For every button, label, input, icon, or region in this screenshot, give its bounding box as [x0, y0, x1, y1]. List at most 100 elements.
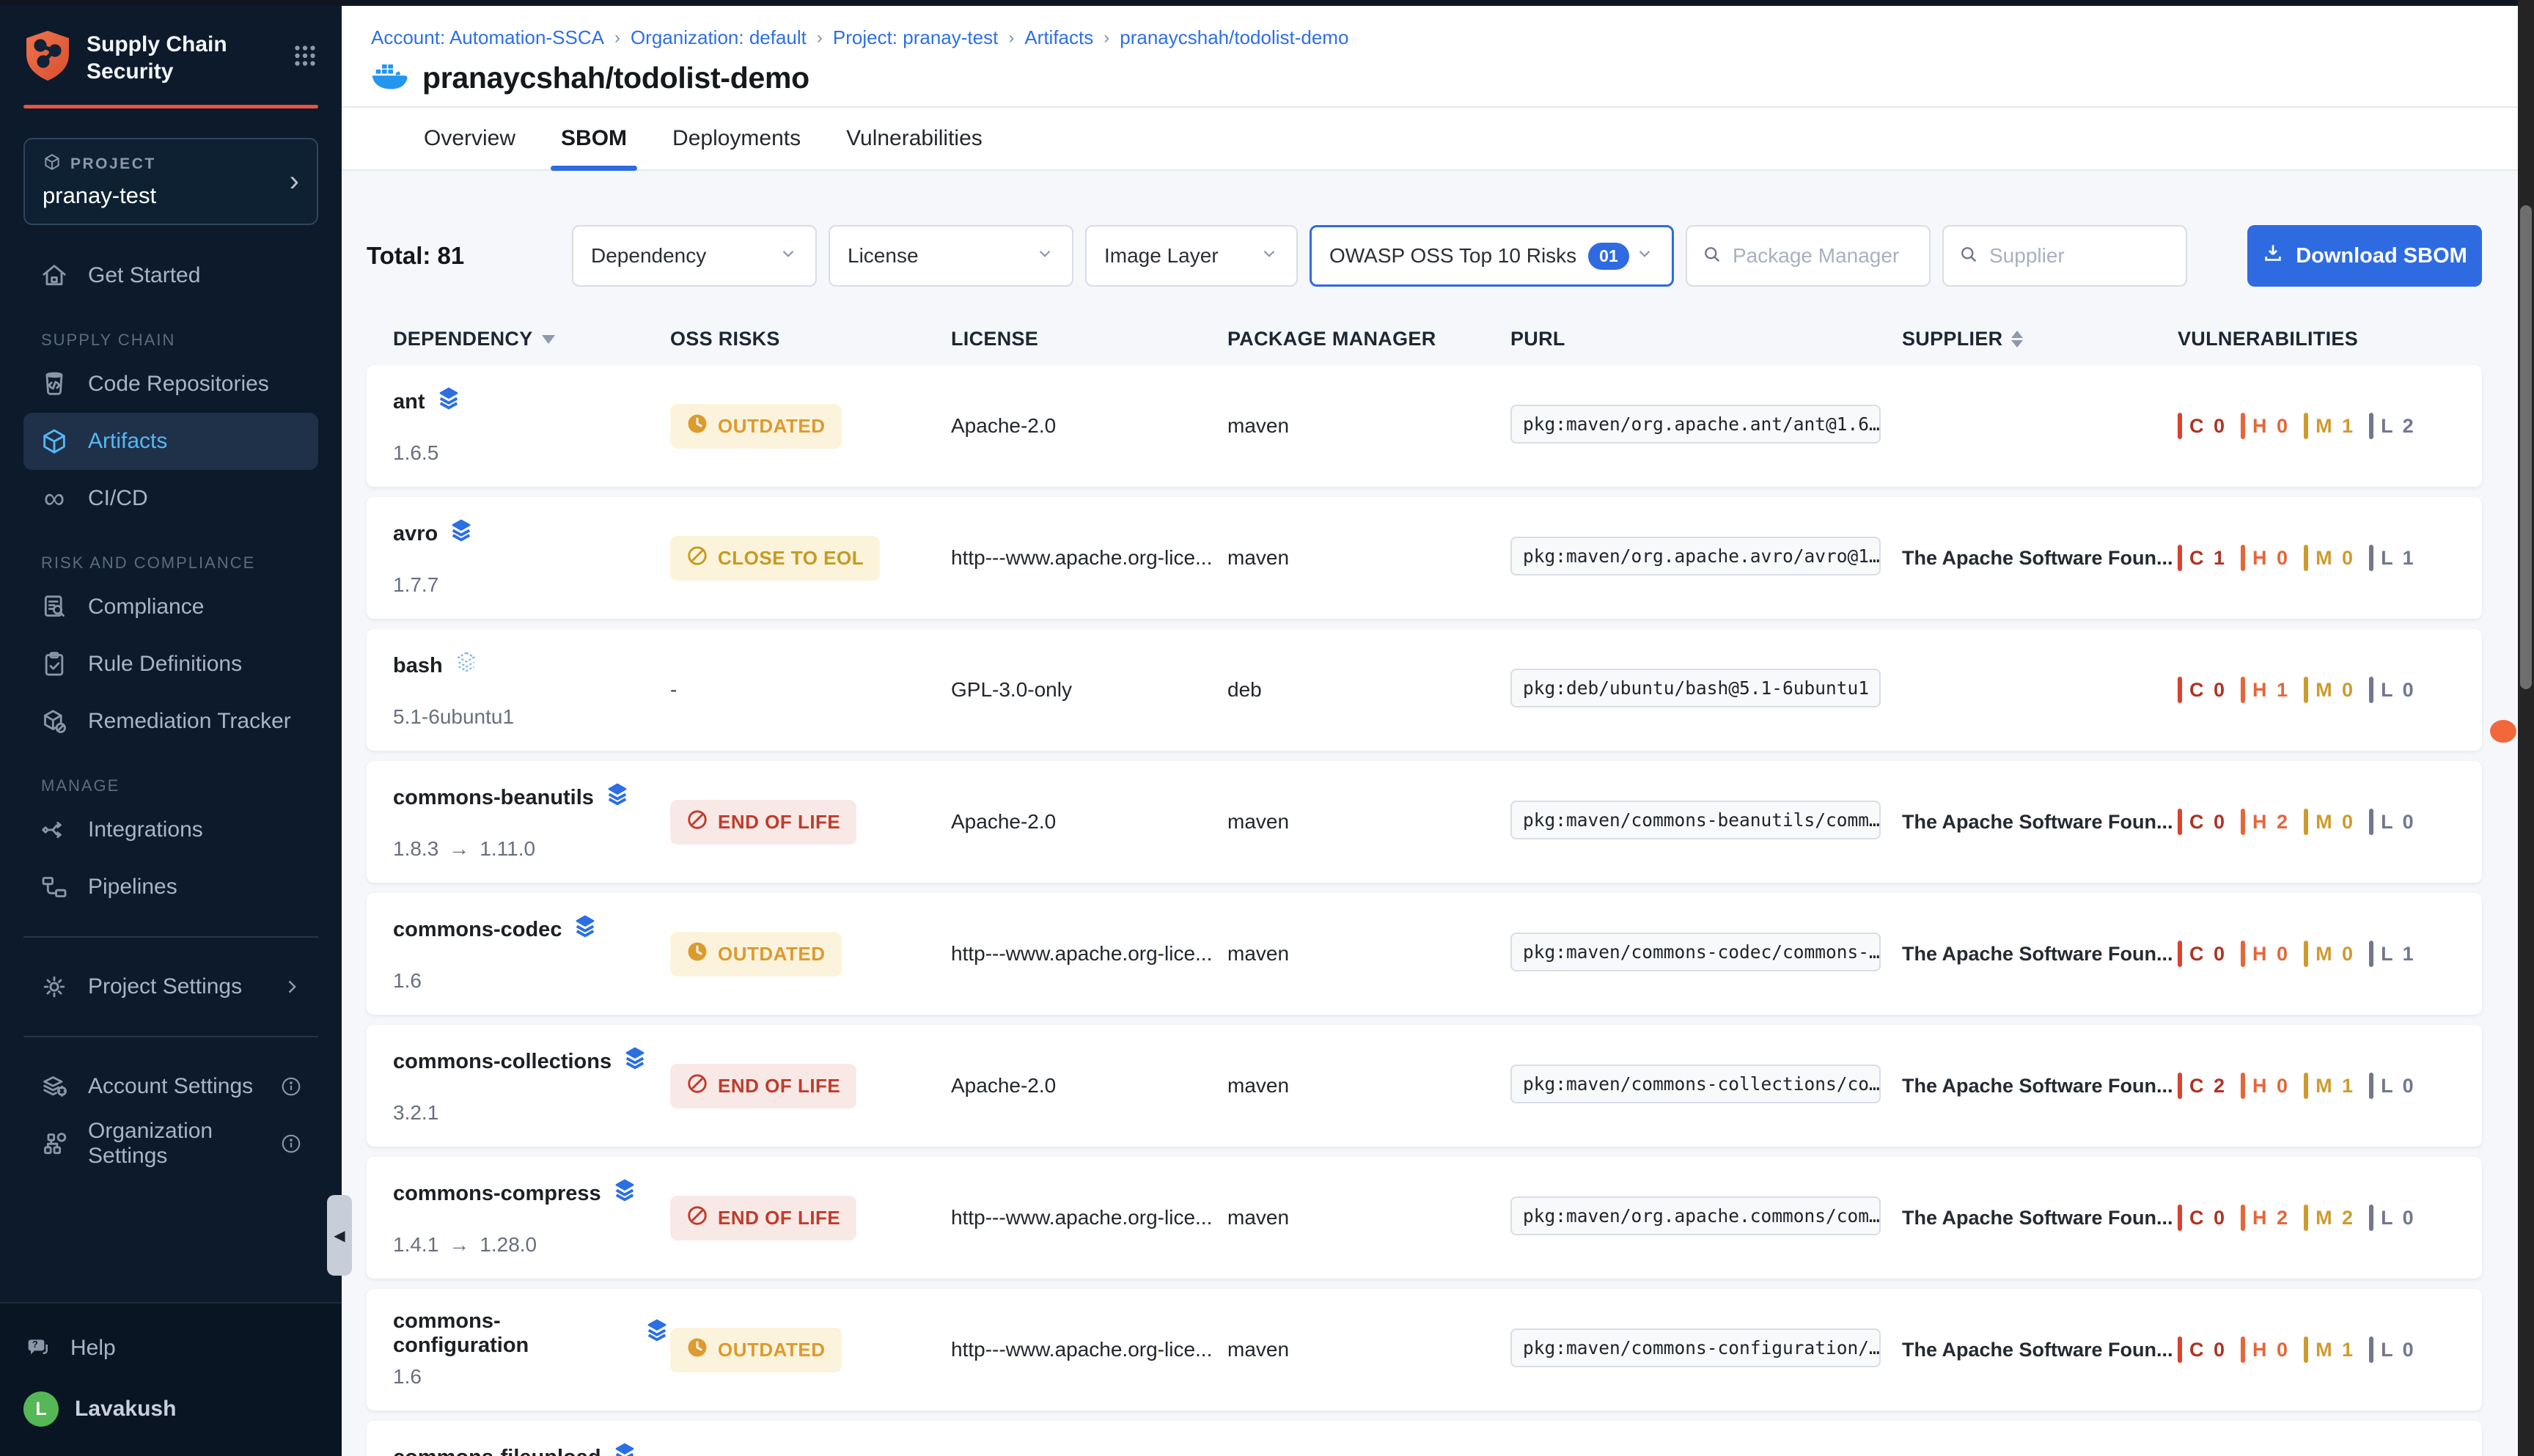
- table-row[interactable]: commons-collections3.2.1END OF LIFEApach…: [367, 1025, 2482, 1147]
- severity-bar: [2304, 1073, 2308, 1099]
- sidebar-item-remediation-tracker[interactable]: Remediation Tracker: [23, 693, 318, 750]
- package-manager-cell: maven: [1227, 546, 1510, 570]
- column-header-supplier[interactable]: SUPPLIER: [1902, 328, 2178, 350]
- layers-icon: [604, 782, 631, 814]
- info-icon: [280, 1076, 302, 1097]
- severity-bar: [2369, 545, 2373, 571]
- vuln-count-m: M 0: [2304, 941, 2355, 967]
- sidebar-item-help[interactable]: ? Help: [23, 1321, 318, 1375]
- user-menu[interactable]: L Lavakush: [23, 1391, 318, 1427]
- nav-item-label: CI/CD: [88, 486, 148, 511]
- sidebar-item-rule-definitions[interactable]: Rule Definitions: [23, 636, 318, 693]
- breadcrumb-account[interactable]: Account: Automation-SSCA: [371, 26, 604, 49]
- module-grid-icon[interactable]: [292, 43, 318, 73]
- sidebar-item-integrations[interactable]: Integrations: [23, 801, 318, 858]
- purl-value[interactable]: pkg:maven/org.apache.commons/com…: [1510, 1196, 1881, 1235]
- tab-overview[interactable]: Overview: [424, 108, 515, 169]
- table-row[interactable]: bash5.1-6ubuntu1-GPL-3.0-onlydebpkg:deb/…: [367, 629, 2482, 751]
- dependency-name[interactable]: avro: [393, 522, 438, 546]
- purl-value[interactable]: pkg:maven/org.apache.ant/ant@1.6…: [1510, 405, 1881, 444]
- oss-risk-badge: END OF LIFE: [670, 1064, 856, 1108]
- table-row[interactable]: ant1.6.5OUTDATEDApache-2.0mavenpkg:maven…: [367, 365, 2482, 487]
- oss-risk-none: -: [670, 678, 677, 701]
- dependency-name[interactable]: commons-fileupload: [393, 1446, 601, 1456]
- purl-cell: pkg:deb/ubuntu/bash@5.1-6ubuntu1: [1510, 669, 1902, 711]
- dependency-name[interactable]: commons-beanutils: [393, 786, 594, 810]
- filter-dependency[interactable]: Dependency: [572, 225, 817, 287]
- sidebar-collapse-handle[interactable]: ◀: [327, 1195, 352, 1276]
- oss-risk-cell: -: [670, 678, 951, 702]
- table-row[interactable]: avro1.7.7CLOSE TO EOLhttp---www.apache.o…: [367, 497, 2482, 619]
- sidebar-item-organization-settings[interactable]: Organization Settings: [23, 1115, 318, 1172]
- tab-vulnerabilities[interactable]: Vulnerabilities: [846, 108, 983, 169]
- sidebar-item-account-settings[interactable]: Account Settings: [23, 1058, 318, 1115]
- search-icon: [1702, 244, 1722, 268]
- dependency-name[interactable]: commons-collections: [393, 1050, 612, 1074]
- oss-risk-cell: OUTDATED: [670, 932, 951, 977]
- sidebar-scroll-area: Supply Chain Security: [0, 0, 342, 1302]
- column-header-oss-risks: OSS RISKS: [670, 328, 951, 350]
- chevron-down-icon: [1035, 244, 1054, 268]
- breadcrumb-separator: ›: [614, 28, 620, 48]
- severity-bar: [2178, 1073, 2182, 1099]
- nav-divider: [23, 936, 318, 938]
- purl-value[interactable]: pkg:maven/commons-codec/commons-…: [1510, 933, 1881, 971]
- project-selector[interactable]: PROJECT pranay-test ›: [23, 138, 318, 225]
- sidebar-item-project-settings[interactable]: Project Settings: [23, 958, 318, 1015]
- sidebar-item-ci-cd[interactable]: ∞CI/CD: [23, 470, 318, 527]
- oss-risk-label: END OF LIFE: [718, 811, 840, 834]
- dependency-name[interactable]: commons-compress: [393, 1182, 601, 1206]
- breadcrumb-project[interactable]: Project: pranay-test: [833, 26, 998, 49]
- breadcrumb-artifacts[interactable]: Artifacts: [1024, 26, 1093, 49]
- table-row[interactable]: commons-configuration1.6OUTDATEDhttp---w…: [367, 1289, 2482, 1411]
- sidebar-item-compliance[interactable]: Compliance: [23, 578, 318, 636]
- supplier-search: [1942, 225, 2187, 287]
- sidebar-item-code-repositories[interactable]: Code Repositories: [23, 356, 318, 413]
- download-sbom-button[interactable]: Download SBOM: [2247, 225, 2482, 287]
- breadcrumb-separator: ›: [1008, 28, 1014, 48]
- tab-sbom[interactable]: SBOM: [561, 108, 627, 169]
- breadcrumb-artifact-name[interactable]: pranaycshah/todolist-demo: [1120, 26, 1348, 49]
- breadcrumb-organization[interactable]: Organization: default: [631, 26, 807, 49]
- page-header: Account: Automation-SSCA › Organization:…: [342, 0, 2534, 108]
- dependency-name[interactable]: ant: [393, 390, 425, 414]
- purl-value[interactable]: pkg:maven/commons-beanutils/comm…: [1510, 801, 1881, 839]
- severity-bar: [2369, 677, 2373, 703]
- purl-value[interactable]: pkg:maven/commons-collections/co…: [1510, 1065, 1881, 1103]
- table-row[interactable]: commons-codec1.6OUTDATEDhttp---www.apach…: [367, 893, 2482, 1015]
- severity-bar: [2178, 413, 2182, 439]
- purl-value[interactable]: pkg:maven/org.apache.avro/avro@1…: [1510, 537, 1881, 576]
- clock-icon: [686, 1336, 708, 1364]
- purl-value[interactable]: pkg:deb/ubuntu/bash@5.1-6ubuntu1: [1510, 669, 1881, 707]
- tab-deployments[interactable]: Deployments: [672, 108, 801, 169]
- table-row[interactable]: commons-fileupload1.3END OF LIFEApache-2…: [367, 1421, 2482, 1456]
- severity-bar: [2241, 941, 2245, 967]
- package-manager-search-input[interactable]: [1733, 244, 1914, 268]
- sidebar-item-get-started[interactable]: Get Started: [23, 247, 318, 304]
- nav-item-label: Account Settings: [88, 1074, 253, 1099]
- filter-image-layer[interactable]: Image Layer: [1085, 225, 1298, 287]
- chevron-down-icon: [1635, 244, 1654, 268]
- severity-bar: [2241, 545, 2245, 571]
- filter-owasp-oss-top10[interactable]: OWASP OSS Top 10 Risks 01: [1310, 225, 1674, 287]
- filter-license[interactable]: License: [829, 225, 1073, 287]
- nav-item-label: Project Settings: [88, 974, 242, 999]
- org-icon: [40, 1129, 69, 1158]
- dependency-name[interactable]: commons-codec: [393, 918, 562, 942]
- dependency-name[interactable]: commons-configuration: [393, 1309, 634, 1358]
- table-row[interactable]: commons-compress1.4.1→1.28.0END OF LIFEh…: [367, 1157, 2482, 1279]
- page-scrollbar[interactable]: [2518, 0, 2534, 1456]
- dependency-name[interactable]: bash: [393, 654, 443, 678]
- supplier-search-input[interactable]: [1989, 244, 2171, 268]
- current-version: 1.7.7: [393, 573, 438, 597]
- nav-item-label: Organization Settings: [88, 1119, 261, 1169]
- license-cell: GPL-3.0-only: [951, 678, 1227, 702]
- sidebar-item-artifacts[interactable]: Artifacts: [23, 413, 318, 470]
- nav-item-label: Integrations: [88, 817, 203, 842]
- column-header-dependency[interactable]: DEPENDENCY: [393, 328, 670, 350]
- scrollbar-thumb[interactable]: [2520, 205, 2532, 689]
- sidebar-item-pipelines[interactable]: Pipelines: [23, 858, 318, 916]
- purl-value[interactable]: pkg:maven/commons-configuration/…: [1510, 1328, 1881, 1367]
- table-row[interactable]: commons-beanutils1.8.3→1.11.0END OF LIFE…: [367, 761, 2482, 883]
- recommended-version: 1.11.0: [480, 837, 535, 861]
